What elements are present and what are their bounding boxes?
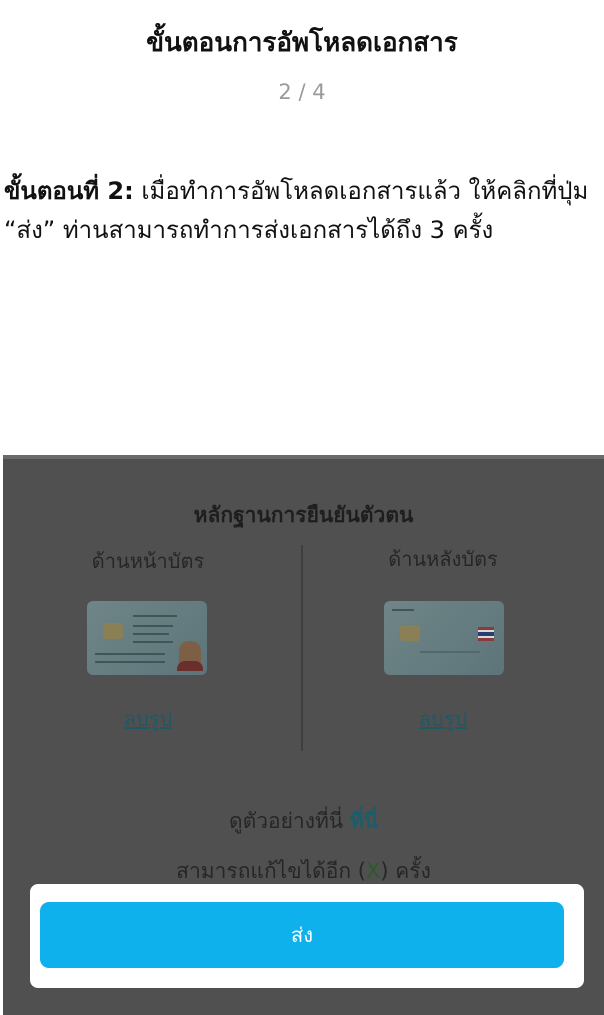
back-side-label: ด้านหลังบัตร — [388, 547, 498, 571]
step-counter: 2 / 4 — [278, 80, 326, 104]
step-label: ขั้นตอนที่ 2: — [4, 177, 134, 205]
card-chip-icon — [103, 623, 123, 639]
page-title: ขั้นตอนการอัพโหลดเอกสาร — [146, 28, 458, 58]
front-delete-link[interactable]: ลบรูป — [118, 703, 178, 735]
example-link-row: ดูตัวอย่างที่นี่ ที่นี่ — [3, 805, 604, 838]
instruction-text: ขั้นตอนที่ 2: เมื่อทำการอัพโหลดเอกสารแล้… — [4, 172, 600, 250]
portrait-icon — [177, 641, 203, 671]
edit-suffix: ) ครั้ง — [380, 859, 431, 883]
front-side-label: ด้านหน้าบัตร — [91, 549, 205, 573]
edit-count: X — [365, 859, 381, 883]
edit-prefix: สามารถแก้ไขได้อีก ( — [176, 859, 366, 883]
card-chip-icon — [400, 625, 420, 641]
send-button[interactable]: ส่ง — [40, 902, 564, 968]
footer-panel: ส่ง — [30, 884, 584, 988]
column-divider — [301, 545, 303, 751]
front-id-card-image — [87, 601, 207, 675]
back-delete-link[interactable]: ลบรูป — [413, 703, 473, 735]
thai-flag-icon — [478, 627, 494, 641]
example-prefix: ดูตัวอย่างที่นี่ — [228, 809, 350, 833]
example-link[interactable]: ที่นี่ — [350, 809, 378, 833]
verification-title: หลักฐานการยืนยันตัวตน — [193, 503, 414, 527]
back-id-card-image — [384, 601, 504, 675]
